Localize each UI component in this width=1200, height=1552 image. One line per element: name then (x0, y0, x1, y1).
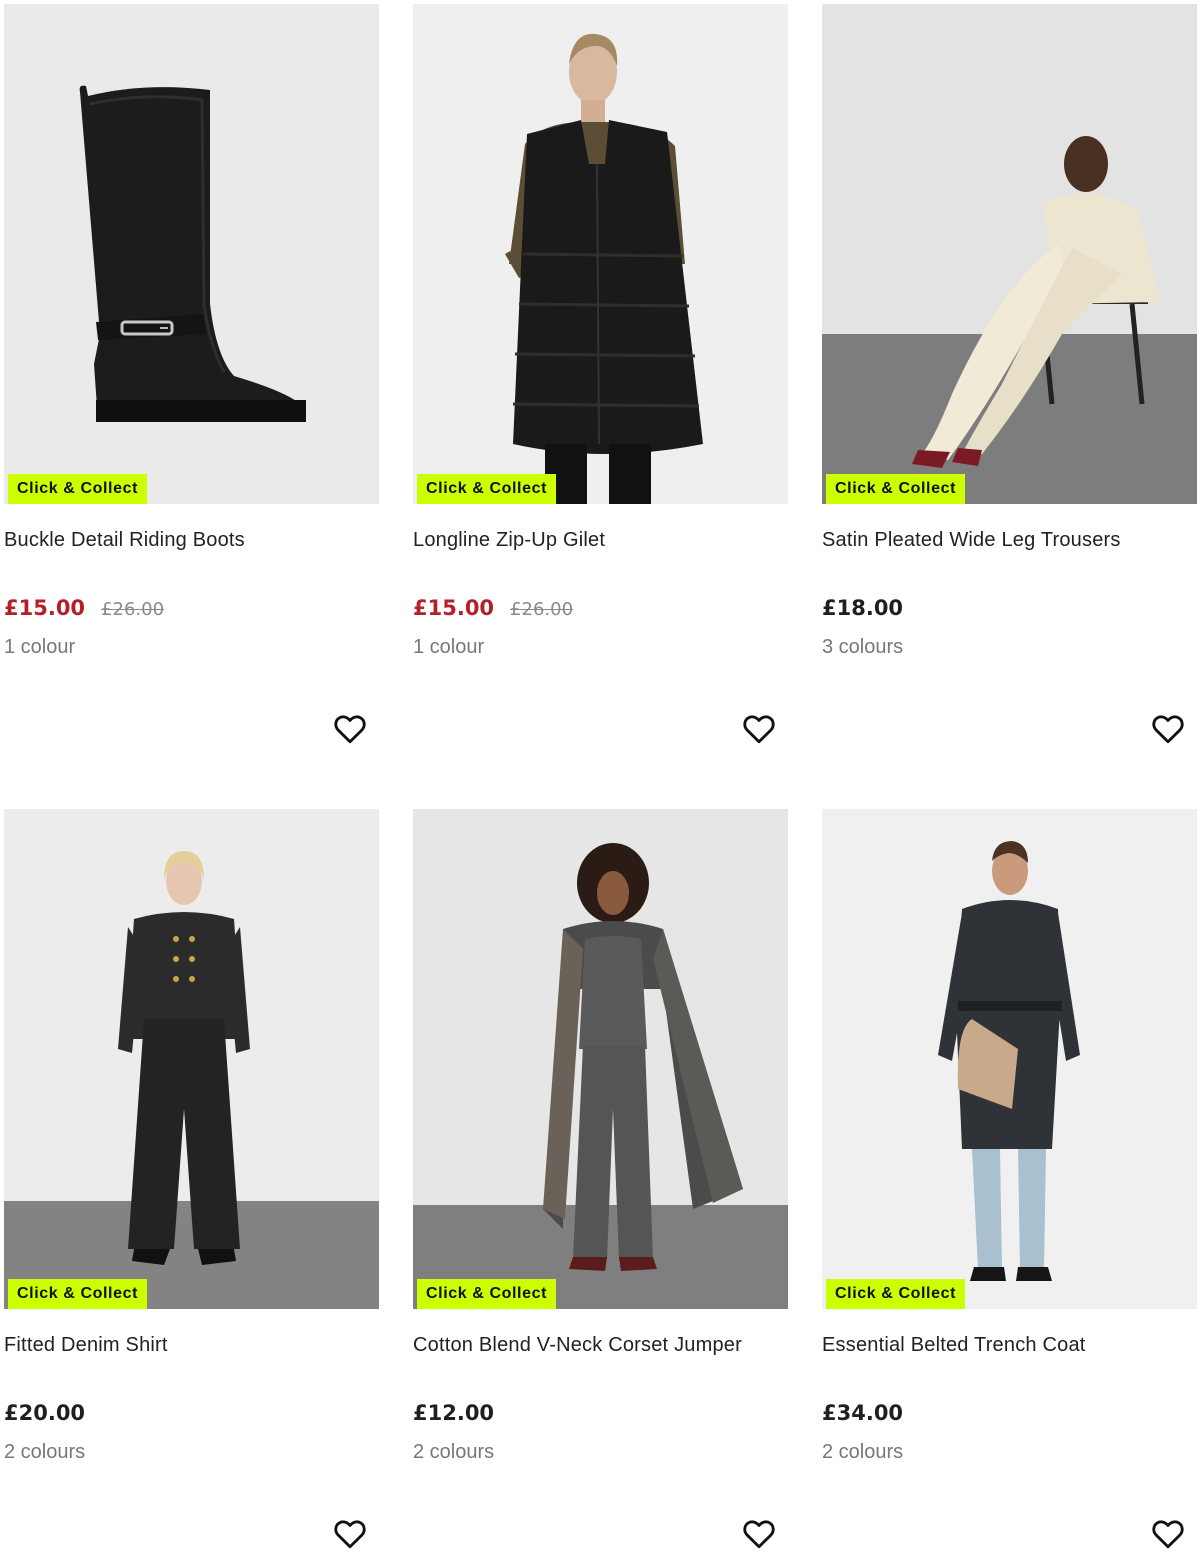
product-card[interactable]: Click & Collect Fitted Denim Shirt £20.0… (4, 809, 379, 1552)
riding-boot-image (79, 85, 306, 422)
was-price: £26.00 (101, 599, 165, 620)
price-block: £15.00 £26.00 (4, 596, 164, 624)
product-title[interactable]: Cotton Blend V-Neck Corset Jumper (413, 1334, 742, 1357)
colour-count: 1 colour (4, 636, 76, 658)
price: £34.00 (822, 1401, 904, 1425)
price: £20.00 (4, 1401, 86, 1425)
price-block: £15.00 £26.00 (413, 596, 573, 624)
sale-price: £15.00 (4, 596, 86, 620)
product-image[interactable]: Click & Collect (4, 809, 379, 1309)
colour-count: 2 colours (413, 1441, 495, 1463)
click-collect-badge: Click & Collect (8, 474, 148, 504)
colour-count: 3 colours (822, 636, 904, 658)
price-block: £12.00 (413, 1401, 494, 1429)
heart-outline-icon[interactable] (332, 1516, 368, 1552)
price-block: £20.00 (4, 1401, 85, 1429)
product-title[interactable]: Longline Zip-Up Gilet (413, 529, 605, 552)
product-grid: Click & Collect Buckle Detail Riding Boo… (0, 0, 1200, 1552)
product-card[interactable]: Click & Collect Buckle Detail Riding Boo… (4, 4, 379, 784)
satin-suit-model-image (912, 136, 1160, 468)
price-block: £18.00 (822, 596, 903, 624)
was-price: £26.00 (510, 599, 574, 620)
colour-count: 1 colour (413, 636, 485, 658)
gilet-model-image (505, 33, 703, 504)
heart-outline-icon[interactable] (332, 711, 368, 747)
product-title[interactable]: Essential Belted Trench Coat (822, 1334, 1086, 1357)
denim-model-image (118, 851, 250, 1265)
click-collect-badge: Click & Collect (417, 474, 557, 504)
heart-outline-icon[interactable] (741, 1516, 777, 1552)
price: £12.00 (413, 1401, 495, 1425)
colour-count: 2 colours (4, 1441, 86, 1463)
product-image[interactable]: Click & Collect (413, 4, 788, 504)
sale-price: £15.00 (413, 596, 495, 620)
click-collect-badge: Click & Collect (417, 1279, 557, 1309)
product-card[interactable]: Click & Collect Essential Belted Trench … (822, 809, 1197, 1552)
product-image[interactable]: Click & Collect (4, 4, 379, 504)
click-collect-badge: Click & Collect (826, 474, 966, 504)
trench-coat-model-image (938, 841, 1080, 1281)
product-title[interactable]: Fitted Denim Shirt (4, 1334, 168, 1357)
price-block: £34.00 (822, 1401, 903, 1429)
product-card[interactable]: Click & Collect Cotton Blend V-Neck Cors… (413, 809, 788, 1552)
product-card[interactable]: Click & Collect Longline Zip-Up Gilet £1… (413, 4, 788, 784)
click-collect-badge: Click & Collect (8, 1279, 148, 1309)
product-image[interactable]: Click & Collect (822, 4, 1197, 504)
heart-outline-icon[interactable] (741, 711, 777, 747)
product-card[interactable]: Click & Collect Satin Pleated Wide Leg T… (822, 4, 1197, 784)
colour-count: 2 colours (822, 1441, 904, 1463)
product-image[interactable]: Click & Collect (413, 809, 788, 1309)
knit-set-model-image (543, 843, 743, 1271)
heart-outline-icon[interactable] (1150, 1516, 1186, 1552)
product-title[interactable]: Satin Pleated Wide Leg Trousers (822, 529, 1121, 552)
click-collect-badge: Click & Collect (826, 1279, 966, 1309)
heart-outline-icon[interactable] (1150, 711, 1186, 747)
product-image[interactable]: Click & Collect (822, 809, 1197, 1309)
price: £18.00 (822, 596, 904, 620)
product-title[interactable]: Buckle Detail Riding Boots (4, 529, 245, 552)
